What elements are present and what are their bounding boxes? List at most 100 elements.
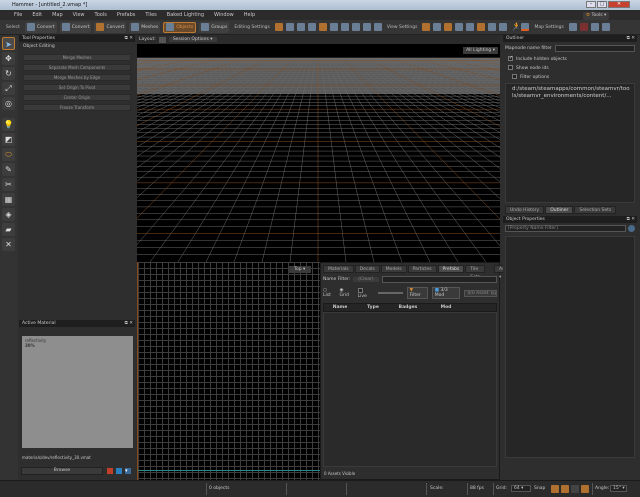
column-badges[interactable]: Badges [390,304,426,312]
include-hidden-checkbox[interactable]: ✓ Include hidden objects [503,55,637,63]
light-tool-icon[interactable]: 💡 [2,118,15,131]
menu-window[interactable]: Window [214,12,234,18]
mod-filter-button[interactable]: ■ 3/3 Mod [431,287,461,299]
browse-button[interactable]: Browse [21,467,103,475]
snap-magnet-icon[interactable] [571,485,579,493]
paint-tool-icon[interactable]: ✎ [2,163,15,176]
texture-icon[interactable] [477,23,486,31]
close-icon[interactable]: ⧉ ✕ [627,216,637,223]
tab-outliner[interactable]: Outliner [545,206,574,214]
select-tool-icon[interactable]: ➤ [2,37,15,50]
transform-icon[interactable] [329,23,338,31]
column-name[interactable]: Name [324,304,356,312]
move-tool-icon[interactable]: ✥ [2,52,15,65]
session-options-dropdown[interactable]: Session Options ▾ [168,37,217,42]
maximize-button[interactable]: □ [597,1,607,8]
tree-item[interactable]: d:/steam/steamapps/common/steamvr/tools/… [512,86,630,99]
menu-baked-lighting[interactable]: Baked Lighting [167,12,204,18]
close-icon[interactable]: ⧉ ✕ [125,35,135,42]
groups-button[interactable]: Groups [199,21,230,33]
vehicle-icon[interactable] [373,23,382,31]
tab-undo-history[interactable]: Undo History [505,206,545,214]
menu-view[interactable]: View [73,12,85,18]
close-icon[interactable]: ⧉ ✕ [125,320,135,327]
box-icon[interactable] [444,23,453,31]
grid-size-dropdown[interactable]: 64 ▾ [511,485,531,492]
axis-icon[interactable] [285,23,294,31]
objects-button[interactable]: Objects [163,21,197,33]
convert-button-3[interactable]: Convert [94,21,127,33]
minimize-button[interactable]: – [586,1,596,8]
decal-tool-icon[interactable]: ◈ [2,208,15,221]
snap-icon[interactable] [318,23,327,31]
grid-icon[interactable] [307,23,316,31]
menu-file[interactable]: File [14,12,22,18]
clear-button[interactable]: (Clear) [353,277,379,282]
tools-dropdown[interactable]: ⚙ Tools ▾ [583,12,610,20]
list-radio[interactable]: ○ List [323,288,336,298]
dropdown-icon[interactable]: ▾ [125,468,131,474]
map-icon[interactable] [568,23,577,31]
block-tool-icon[interactable]: ◩ [2,133,15,146]
tab-models[interactable]: Models [380,265,407,273]
convert-button-1[interactable]: Convert [24,21,57,33]
perspective-viewport[interactable]: All Lighting ▾ [137,44,500,262]
menu-prefabs[interactable]: Prefabs [117,12,136,18]
menu-map[interactable]: Map [52,12,63,18]
show-node-ids-checkbox[interactable]: Show node ids [503,63,637,73]
column-mod[interactable]: Mod [426,304,466,312]
tab-decals[interactable]: Decals [354,265,380,273]
menu-tiles[interactable]: Tiles [145,12,156,18]
asset-type-button[interactable]: 0/0 Asset Typ [464,289,497,297]
live-checkbox[interactable]: Live [357,287,374,299]
mapnode-filter-input[interactable] [554,45,635,52]
run-icon[interactable]: 🏃 [510,23,520,31]
center-origin-button[interactable]: Center Origin [23,94,131,101]
close-button[interactable]: ✕ [608,1,630,8]
convert-button-2[interactable]: Convert [59,21,92,33]
tab-tile-sets[interactable]: Tile Sets [465,265,485,280]
scale-tool-icon[interactable]: ⤢ [2,82,15,95]
texture-tool-icon[interactable]: ▦ [2,193,15,206]
merge-meshes-button[interactable]: Merge Meshes [23,54,131,61]
filter-button[interactable]: ▼ Filter [406,287,428,299]
tab-materials[interactable]: Materials [323,265,354,273]
meshes-button[interactable]: Meshes [129,21,161,33]
cube-blue-icon[interactable] [499,23,508,31]
box-icon[interactable] [351,23,360,31]
cylinder-tool-icon[interactable]: ⬭ [2,148,15,161]
column-type[interactable]: Type [356,304,390,312]
outliner-tree[interactable]: d:/steam/steamapps/common/steamvr/tools/… [505,83,635,203]
clip-tool-icon[interactable]: ✂ [2,178,15,191]
close-icon[interactable]: ⧉ ✕ [627,35,637,42]
water-icon[interactable] [521,23,530,31]
origin-to-pivot-button[interactable]: Set Origin To Pivot [23,84,131,91]
snap-angle-icon[interactable] [581,485,589,493]
people-icon[interactable] [433,23,442,31]
add-icon[interactable] [601,23,610,31]
property-filter-input[interactable]: [Property Name Filter] [505,225,626,232]
tab-prefabs[interactable]: Prefabs [437,265,465,273]
top-viewport[interactable]: Top ▾ [137,262,321,480]
menu-help[interactable]: Help [244,12,255,18]
pivot-icon[interactable] [274,23,283,31]
lighting-mode-dropdown[interactable]: All Lighting ▾ [463,47,498,54]
freeze-transform-button[interactable]: Freeze Transform [23,104,131,111]
tab-selection-sets[interactable]: Selection Sets [574,206,617,214]
cube-icon[interactable] [488,23,497,31]
size-slider[interactable] [377,292,403,294]
select-icon[interactable] [340,23,349,31]
umbrella-icon[interactable] [362,23,371,31]
shape-icon[interactable] [466,23,475,31]
merge-by-edge-button[interactable]: Merge Meshes by Edge [23,74,131,81]
checker-icon[interactable] [579,23,588,31]
settings-icon[interactable] [628,225,635,232]
grid-radio[interactable]: ◉ Grid [340,288,354,298]
menu-edit[interactable]: Edit [32,12,42,18]
pivot-tool-icon[interactable]: ◎ [2,97,15,110]
filter-options-toggle[interactable]: Filter options [503,73,637,81]
layout-icon[interactable] [158,36,166,43]
rotate-tool-icon[interactable]: ↻ [2,67,15,80]
light-icon[interactable] [422,23,431,31]
tab-particles[interactable]: Particles [407,265,437,273]
